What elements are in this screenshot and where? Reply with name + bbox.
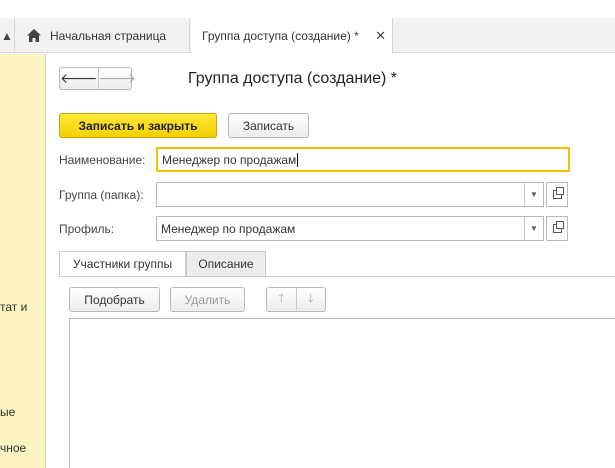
home-icon bbox=[27, 29, 41, 42]
move-down-icon[interactable]: 🡓 bbox=[297, 288, 326, 311]
save-button[interactable]: Записать bbox=[228, 113, 309, 138]
tab-bar: ▲ Начальная страница Группа доступа (соз… bbox=[0, 18, 615, 54]
save-and-close-button[interactable]: Записать и закрыть bbox=[59, 113, 217, 138]
open-window-icon bbox=[552, 187, 564, 199]
history-nav: 🡐 🡒 bbox=[59, 67, 136, 90]
delete-button[interactable]: Удалить bbox=[170, 287, 245, 312]
tabs-scroll-left-icon[interactable]: ▲ bbox=[0, 18, 15, 53]
tab-divider bbox=[59, 276, 615, 277]
members-list[interactable] bbox=[69, 318, 615, 468]
page-title: Группа доступа (создание) * bbox=[188, 70, 398, 87]
dropdown-arrow-icon[interactable]: ▼ bbox=[524, 217, 543, 240]
tab-home[interactable]: Начальная страница bbox=[15, 18, 190, 53]
open-window-icon bbox=[552, 221, 564, 233]
tab-group-members[interactable]: Участники группы bbox=[59, 251, 186, 277]
name-label: Наименование: bbox=[59, 153, 146, 167]
tab-description[interactable]: Описание bbox=[186, 251, 266, 277]
text-caret bbox=[297, 152, 299, 167]
tab-access-group[interactable]: Группа доступа (создание) * ✕ bbox=[191, 18, 393, 54]
sidebar-item-label[interactable]: ые bbox=[0, 405, 15, 419]
profile-field[interactable]: Менеджер по продажам ▼ bbox=[156, 216, 544, 241]
sidebar: тат и ые чное bbox=[0, 54, 46, 468]
open-group-button[interactable] bbox=[546, 182, 568, 207]
profile-label: Профиль: bbox=[59, 222, 115, 236]
sidebar-item-label[interactable]: чное bbox=[0, 441, 26, 455]
profile-field-value: Менеджер по продажам bbox=[161, 221, 296, 236]
move-buttons: 🡑 🡓 bbox=[266, 287, 326, 312]
close-icon[interactable]: ✕ bbox=[375, 28, 386, 44]
tab-access-group-label: Группа доступа (создание) * bbox=[202, 29, 359, 43]
name-field[interactable]: Менеджер по продажам bbox=[156, 147, 570, 172]
forward-arrow-icon[interactable]: 🡒 bbox=[99, 68, 137, 89]
pick-button[interactable]: Подобрать bbox=[69, 287, 160, 312]
group-field[interactable]: ▼ bbox=[156, 182, 544, 207]
open-profile-button[interactable] bbox=[546, 216, 568, 241]
dropdown-arrow-icon[interactable]: ▼ bbox=[524, 183, 543, 206]
move-up-icon[interactable]: 🡑 bbox=[267, 288, 297, 311]
tab-home-label: Начальная страница bbox=[50, 28, 167, 43]
sidebar-item-label[interactable]: тат и bbox=[0, 300, 27, 314]
back-arrow-icon[interactable]: 🡐 bbox=[60, 68, 99, 89]
group-label: Группа (папка): bbox=[59, 188, 144, 202]
name-field-value: Менеджер по продажам bbox=[162, 152, 297, 167]
